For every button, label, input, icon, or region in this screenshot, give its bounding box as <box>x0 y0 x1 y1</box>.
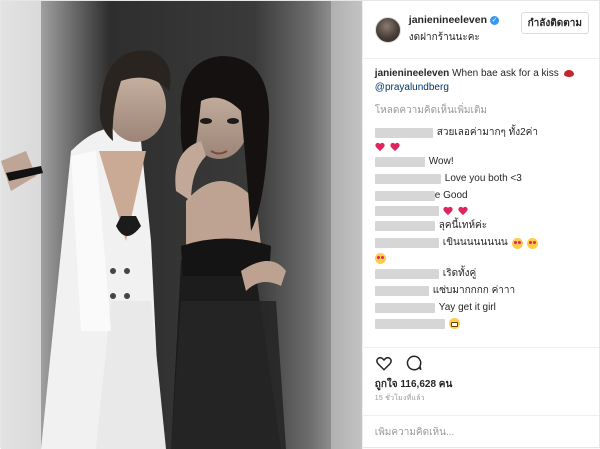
comment-input[interactable] <box>374 427 587 438</box>
add-comment-bar <box>362 415 599 449</box>
comment-item <box>374 318 587 329</box>
blurred-username[interactable] <box>374 286 429 296</box>
comment-item <box>374 253 587 264</box>
comments-list[interactable]: janienineeleven When bae ask for a kiss … <box>363 59 599 347</box>
blurred-username[interactable] <box>374 238 439 248</box>
comment-text: สวยเลอค่ามากๆ ทั้ง2ค่า <box>436 127 538 138</box>
heart-eyes-emoji <box>511 237 523 249</box>
comment-text: Wow! <box>428 156 454 167</box>
post-photo[interactable] <box>1 1 362 449</box>
load-more-comments[interactable]: โหลดความคิดเห็นเพิ่มเติม <box>375 103 587 118</box>
comment-icon[interactable] <box>405 354 423 372</box>
heart-eyes-emoji <box>526 237 538 249</box>
comment-item <box>374 206 587 216</box>
blurred-username[interactable] <box>374 221 435 231</box>
comment-text: เริดทั้งคู่ <box>442 268 477 279</box>
heart-emoji <box>390 143 400 152</box>
comment-item: เริดทั้งคู่ <box>374 267 587 281</box>
likes-count[interactable]: ถูกใจ 116,628 คน <box>363 377 599 393</box>
comment-item: Yay get it girl <box>374 301 587 315</box>
heart-emoji <box>443 207 453 216</box>
blurred-username[interactable] <box>374 318 445 329</box>
timestamp[interactable]: 15 ชั่วโมงที่แล้ว <box>363 393 599 415</box>
following-button[interactable]: กำลังติดตาม <box>520 12 589 34</box>
caption-mention[interactable]: @prayalundberg <box>375 82 449 93</box>
blurred-username[interactable] <box>374 303 435 313</box>
comment-text: Yay get it girl <box>438 302 496 313</box>
caption-username[interactable]: janienineeleven <box>375 68 449 79</box>
heart-emoji <box>375 143 385 152</box>
comment-text: ลุคนี้เทห์ค่ะ <box>438 220 488 231</box>
blurred-username[interactable] <box>374 191 435 201</box>
post-header: janienineeleven ✓ งดฝากร้านนะคะ กำลังติด… <box>362 1 599 59</box>
comment-item: ลุคนี้เทห์ค่ะ <box>374 219 587 233</box>
comment-item: แซ่บมากกกก ค่าาา <box>374 284 587 298</box>
comment-item: เขินนนนนนนน <box>374 236 587 250</box>
verified-icon: ✓ <box>490 15 499 25</box>
comment-text: เขินนนนนนนน <box>442 237 508 248</box>
comment-text: Love you both <3 <box>444 173 522 184</box>
caption: janienineeleven When bae ask for a kiss … <box>375 67 587 95</box>
avatar[interactable] <box>374 16 401 43</box>
blurred-username[interactable] <box>374 128 433 138</box>
grimace-emoji <box>448 318 460 329</box>
heart-icon[interactable] <box>375 354 393 372</box>
blurred-username[interactable] <box>374 174 441 184</box>
comment-item: e Good <box>374 189 587 203</box>
blurred-username[interactable] <box>374 269 439 279</box>
action-bar <box>362 347 599 377</box>
blurred-username[interactable] <box>374 206 439 216</box>
caption-text: When bae ask for a kiss <box>452 68 559 79</box>
instagram-post: janienineeleven ✓ งดฝากร้านนะคะ กำลังติด… <box>0 0 600 449</box>
post-photo-image <box>1 1 362 449</box>
comment-item: Wow! <box>374 155 587 169</box>
comment-item: สวยเลอค่ามากๆ ทั้ง2ค่า <box>374 126 587 140</box>
comment-text: e Good <box>434 190 468 201</box>
username-link[interactable]: janienineeleven <box>409 14 487 26</box>
heart-eyes-emoji <box>374 253 386 264</box>
post-sidebar: janienineeleven ✓ งดฝากร้านนะคะ กำลังติด… <box>361 1 599 449</box>
lipstick-emoji <box>563 70 574 77</box>
heart-emoji <box>458 207 468 216</box>
comment-item <box>375 143 587 152</box>
blurred-username[interactable] <box>374 157 425 167</box>
comment-item: Love you both <3 <box>374 172 587 186</box>
comment-text: แซ่บมากกกก ค่าาา <box>432 285 516 296</box>
